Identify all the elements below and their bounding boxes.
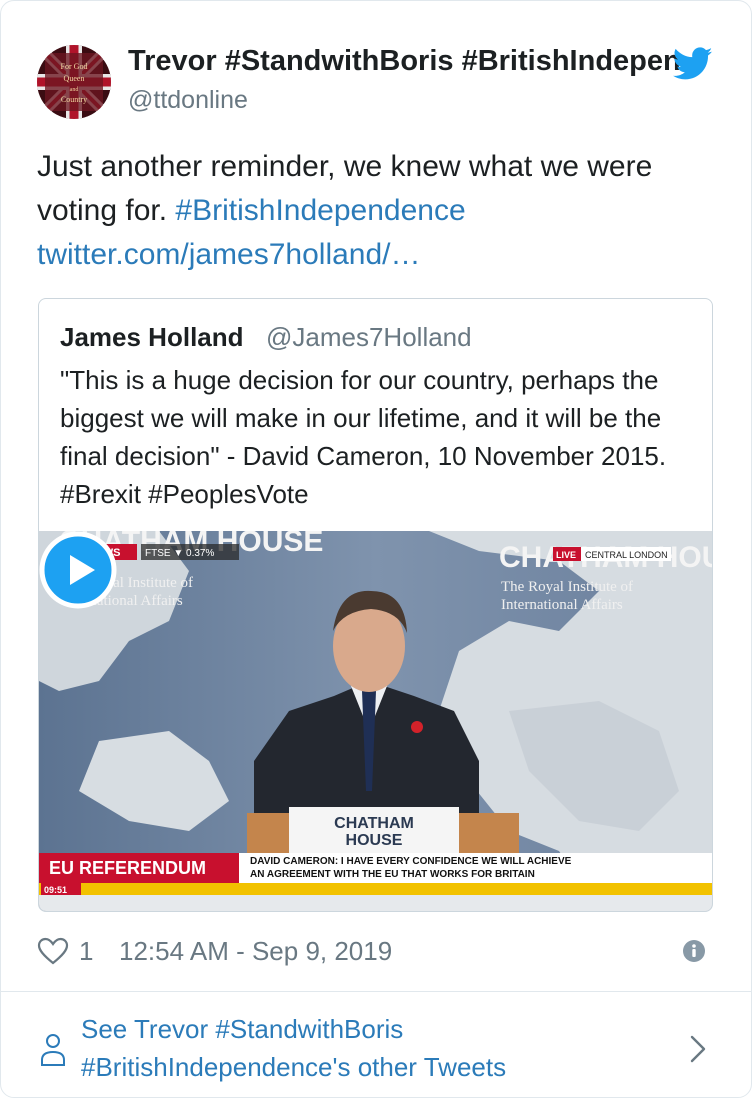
quoted-tweet[interactable]: James Holland @James7Holland "This is a … [38,298,713,912]
avatar-text: and [70,87,79,93]
quoted-tweet-text: "This is a huge decision for our country… [60,365,667,509]
live-badge: LIVE [556,550,576,560]
tweet-meta: 1 12:54 AM - Sep 9, 2019 [37,931,727,971]
embedded-tweet-card: For God Queen and Country Trevor #Standw… [0,0,752,1098]
tweet-text: Just another reminder, we knew what we w… [37,145,727,277]
eu-referendum-strap: EU REFERENDUM [49,858,206,878]
video-thumbnail[interactable]: CHATHAM HOUSE The Royal Institute of Int… [39,531,712,911]
avatar-text: For God [61,62,88,71]
hashtag-link[interactable]: #BritishIndependence [175,194,465,227]
caption-line1: DAVID CAMERON: I HAVE EVERY CONFIDENCE W… [250,856,572,867]
avatar[interactable]: For God Queen and Country [37,45,111,119]
banner-right-sub: The Royal Institute of [501,579,633,595]
tweet-url-link[interactable]: twitter.com/james7holland/… [37,238,421,271]
avatar-text: Country [61,95,87,104]
author-name[interactable]: Trevor #StandwithBoris #BritishIndepende… [128,43,683,79]
see-other-tweets-label[interactable]: See Trevor #StandwithBoris #BritishIndep… [81,1010,601,1086]
like-count: 1 [79,936,94,966]
avatar-text: Queen [64,74,85,83]
see-other-tweets-link[interactable]: See Trevor #StandwithBoris #BritishIndep… [1,992,751,1097]
podium-line1: CHATHAM [334,815,414,832]
quoted-author-handle: @James7Holland [266,322,472,352]
heart-icon[interactable] [37,937,69,965]
podium-line2: HOUSE [346,832,403,849]
clock-label: 09:51 [44,885,67,895]
banner-right-sub: International Affairs [501,597,623,613]
twitter-bird-icon[interactable] [673,47,713,81]
tweet-timestamp[interactable]: 12:54 AM - Sep 9, 2019 [119,931,392,971]
play-icon[interactable] [39,531,117,609]
ticker-text: FTSE ▼ 0.37% [145,548,214,559]
chevron-right-icon[interactable] [689,1034,707,1064]
location-label: CENTRAL LONDON [585,550,668,560]
caption-line2: AN AGREEMENT WITH THE EU THAT WORKS FOR … [250,869,535,880]
author-handle[interactable]: @ttdonline [128,84,248,116]
quoted-author-name: James Holland [60,322,244,352]
info-icon[interactable] [683,940,705,962]
person-icon [41,1034,65,1066]
